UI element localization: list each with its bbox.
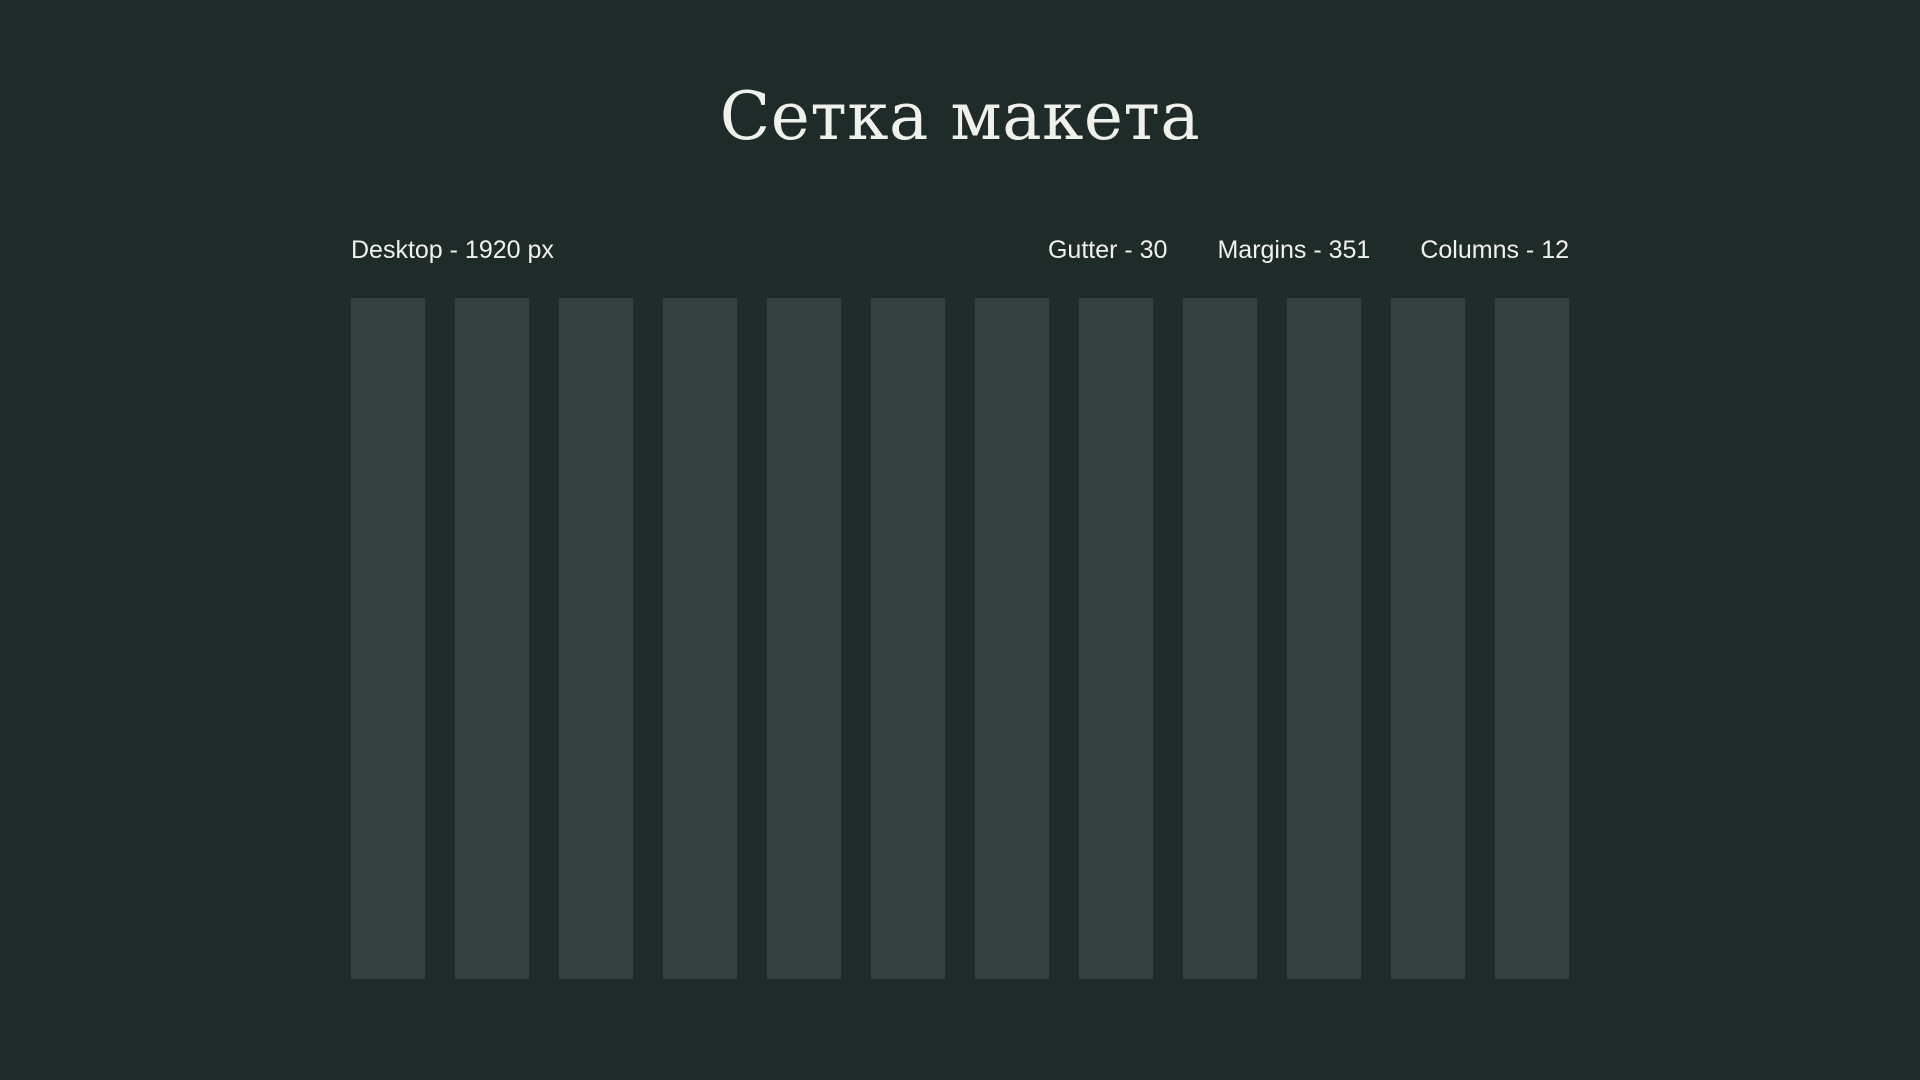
grid-column: [767, 298, 841, 979]
desktop-width-label: Desktop - 1920 px: [351, 236, 554, 264]
grid-column: [871, 298, 945, 979]
columns-label: Columns - 12: [1420, 236, 1569, 264]
grid-column: [1287, 298, 1361, 979]
grid-column: [559, 298, 633, 979]
grid-column: [1183, 298, 1257, 979]
grid-column: [1391, 298, 1465, 979]
column-grid: [351, 298, 1569, 979]
grid-spec-row: Desktop - 1920 px Gutter - 30 Margins - …: [351, 232, 1569, 268]
grid-column: [1079, 298, 1153, 979]
layout-grid-slide: Сетка макета Desktop - 1920 px Gutter - …: [0, 0, 1920, 1080]
grid-column: [455, 298, 529, 979]
grid-column: [663, 298, 737, 979]
page-title: Сетка макета: [719, 78, 1201, 155]
grid-column: [351, 298, 425, 979]
grid-column: [975, 298, 1049, 979]
margins-label: Margins - 351: [1217, 236, 1371, 264]
grid-spec-group: Gutter - 30 Margins - 351 Columns - 12: [1048, 232, 1569, 268]
gutter-label: Gutter - 30: [1047, 236, 1168, 264]
grid-column: [1495, 298, 1569, 979]
